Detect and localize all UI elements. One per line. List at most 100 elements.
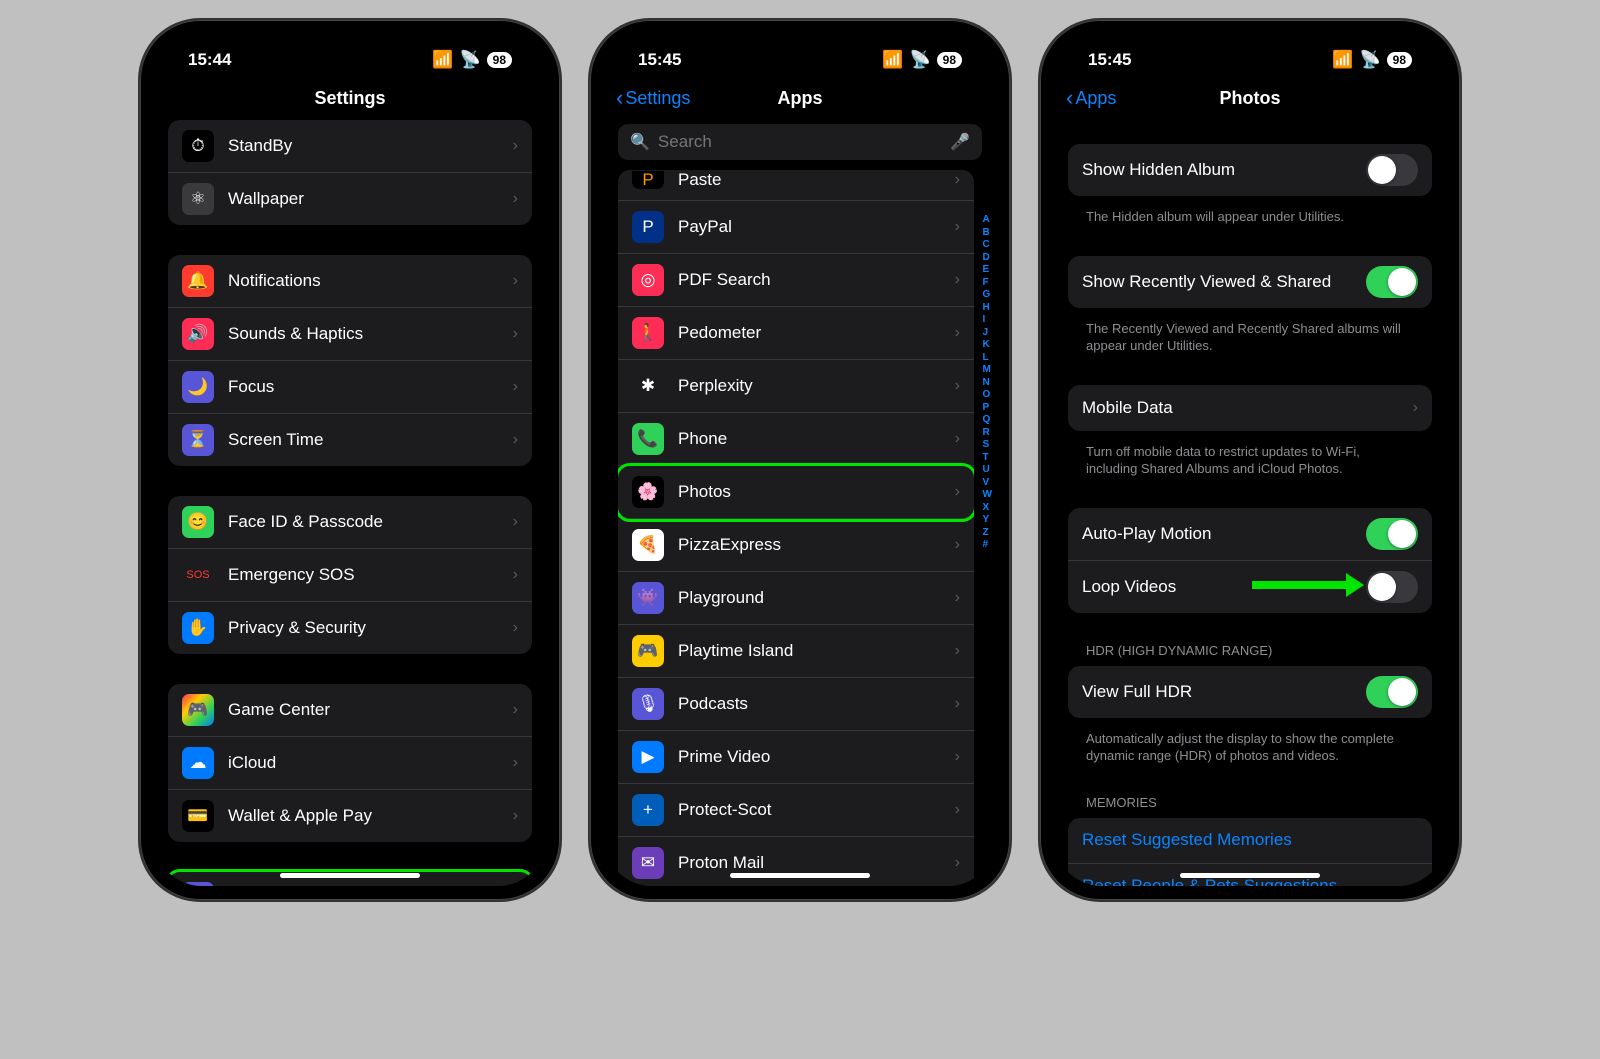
index-letter[interactable]: V: [983, 477, 992, 488]
row-label: iCloud: [228, 753, 499, 773]
chevron-right-icon: ›: [955, 218, 960, 236]
chevron-right-icon: ›: [955, 801, 960, 819]
reset-memories-row[interactable]: Reset Suggested Memories: [1068, 818, 1432, 864]
recently-viewed-toggle[interactable]: [1366, 266, 1418, 298]
app-row-pdf-search[interactable]: ◎PDF Search›: [618, 254, 974, 307]
app-row-podcasts[interactable]: 🎙Podcasts›: [618, 678, 974, 731]
settings-row-face-id-passcode[interactable]: 😊Face ID & Passcode›: [168, 496, 532, 549]
hdr-toggle[interactable]: [1366, 676, 1418, 708]
settings-row-sounds-haptics[interactable]: 🔊Sounds & Haptics›: [168, 308, 532, 361]
chevron-right-icon: ›: [513, 807, 518, 825]
index-letter[interactable]: N: [983, 377, 992, 388]
page-title: Apps: [778, 88, 823, 109]
index-letter[interactable]: M: [983, 364, 992, 375]
settings-row-emergency-sos[interactable]: SOSEmergency SOS›: [168, 549, 532, 602]
loop-videos-toggle[interactable]: [1366, 571, 1418, 603]
game-center-icon: 🎮: [182, 694, 214, 726]
nav-bar: ‹ Apps Photos: [1054, 76, 1446, 120]
page-title: Photos: [1220, 88, 1281, 109]
autoplay-toggle[interactable]: [1366, 518, 1418, 550]
app-row-paste[interactable]: PPaste›: [618, 170, 974, 201]
app-row-prime-video[interactable]: ▶Prime Video›: [618, 731, 974, 784]
home-indicator[interactable]: [1180, 873, 1320, 878]
app-row-proton-mail[interactable]: ✉Proton Mail›: [618, 837, 974, 886]
pdf-search-icon: ◎: [632, 264, 664, 296]
settings-row-game-center[interactable]: 🎮Game Center›: [168, 684, 532, 737]
index-letter[interactable]: C: [983, 239, 992, 250]
app-row-phone[interactable]: 📞Phone›: [618, 413, 974, 466]
settings-row-screen-time[interactable]: ⏳Screen Time›: [168, 414, 532, 466]
index-letter[interactable]: K: [983, 339, 992, 350]
search-bar[interactable]: 🔍 🎤: [618, 124, 982, 160]
footer-text: The Recently Viewed and Recently Shared …: [1068, 314, 1432, 355]
app-row-pizzaexpress[interactable]: 🍕PizzaExpress›: [618, 519, 974, 572]
index-letter[interactable]: P: [983, 402, 992, 413]
show-recently-viewed-row[interactable]: Show Recently Viewed & Shared: [1068, 256, 1432, 308]
index-letter[interactable]: F: [983, 277, 992, 288]
settings-row-icloud[interactable]: ☁iCloud›: [168, 737, 532, 790]
index-letter[interactable]: Q: [983, 414, 992, 425]
app-row-perplexity[interactable]: ✱Perplexity›: [618, 360, 974, 413]
index-letter[interactable]: R: [983, 427, 992, 438]
home-indicator[interactable]: [730, 873, 870, 878]
chevron-right-icon: ›: [955, 536, 960, 554]
index-letter[interactable]: B: [983, 227, 992, 238]
index-letter[interactable]: Z: [983, 527, 992, 538]
row-label: PizzaExpress: [678, 535, 941, 555]
index-letter[interactable]: O: [983, 389, 992, 400]
row-label: Proton Mail: [678, 853, 941, 873]
sounds-haptics-icon: 🔊: [182, 318, 214, 350]
loop-videos-row[interactable]: Loop Videos: [1068, 561, 1432, 613]
chevron-right-icon: ›: [955, 642, 960, 660]
photos-settings-list[interactable]: Show Hidden Album The Hidden album will …: [1054, 120, 1446, 886]
search-input[interactable]: [658, 132, 942, 152]
row-label: Phone: [678, 429, 941, 449]
settings-row-wallpaper[interactable]: ⚛Wallpaper›: [168, 173, 532, 225]
photos-icon: 🌸: [632, 476, 664, 508]
mobile-data-row[interactable]: Mobile Data ›: [1068, 385, 1432, 431]
app-row-playground[interactable]: 👾Playground›: [618, 572, 974, 625]
index-bar[interactable]: ABCDEFGHIJKLMNOPQRSTUVWXYZ#: [983, 214, 992, 550]
index-letter[interactable]: G: [983, 289, 992, 300]
apps-list[interactable]: PPaste›PPayPal›◎PDF Search›🚶Pedometer›✱P…: [604, 170, 996, 886]
index-letter[interactable]: #: [983, 539, 992, 550]
settings-row-wallet-apple-pay[interactable]: 💳Wallet & Apple Pay›: [168, 790, 532, 842]
battery-indicator: 98: [487, 52, 512, 68]
index-letter[interactable]: U: [983, 464, 992, 475]
show-hidden-album-row[interactable]: Show Hidden Album: [1068, 144, 1432, 196]
row-label: Emergency SOS: [228, 565, 499, 585]
index-letter[interactable]: L: [983, 352, 992, 363]
app-row-pedometer[interactable]: 🚶Pedometer›: [618, 307, 974, 360]
index-letter[interactable]: J: [983, 327, 992, 338]
app-row-photos[interactable]: 🌸Photos›: [618, 466, 974, 519]
index-letter[interactable]: T: [983, 452, 992, 463]
settings-row-standby[interactable]: ⏱StandBy›: [168, 120, 532, 173]
app-row-protect-scot[interactable]: +Protect-Scot›: [618, 784, 974, 837]
view-full-hdr-row[interactable]: View Full HDR: [1068, 666, 1432, 718]
settings-row-notifications[interactable]: 🔔Notifications›: [168, 255, 532, 308]
back-button[interactable]: ‹ Apps: [1066, 85, 1116, 111]
settings-list[interactable]: ⏱StandBy›⚛Wallpaper› 🔔Notifications›🔊Soun…: [154, 120, 546, 886]
index-letter[interactable]: Y: [983, 514, 992, 525]
index-letter[interactable]: H: [983, 302, 992, 313]
index-letter[interactable]: E: [983, 264, 992, 275]
hidden-album-toggle[interactable]: [1366, 154, 1418, 186]
home-indicator[interactable]: [280, 873, 420, 878]
phone-apps: 15:45 📶 📡 98 ‹ Settings Apps 🔍 🎤 ABCDEFG…: [590, 20, 1010, 900]
index-letter[interactable]: D: [983, 252, 992, 263]
index-letter[interactable]: W: [983, 489, 992, 500]
face-id-passcode-icon: 😊: [182, 506, 214, 538]
app-row-playtime-island[interactable]: 🎮Playtime Island›: [618, 625, 974, 678]
settings-row-focus[interactable]: 🌙Focus›: [168, 361, 532, 414]
prime-video-icon: ▶: [632, 741, 664, 773]
settings-row-privacy-security[interactable]: ✋Privacy & Security›: [168, 602, 532, 654]
app-row-paypal[interactable]: PPayPal›: [618, 201, 974, 254]
mic-icon[interactable]: 🎤: [950, 132, 970, 152]
chevron-right-icon: ›: [513, 754, 518, 772]
autoplay-motion-row[interactable]: Auto-Play Motion: [1068, 508, 1432, 561]
index-letter[interactable]: I: [983, 314, 992, 325]
back-button[interactable]: ‹ Settings: [616, 85, 690, 111]
index-letter[interactable]: X: [983, 502, 992, 513]
index-letter[interactable]: A: [983, 214, 992, 225]
index-letter[interactable]: S: [983, 439, 992, 450]
